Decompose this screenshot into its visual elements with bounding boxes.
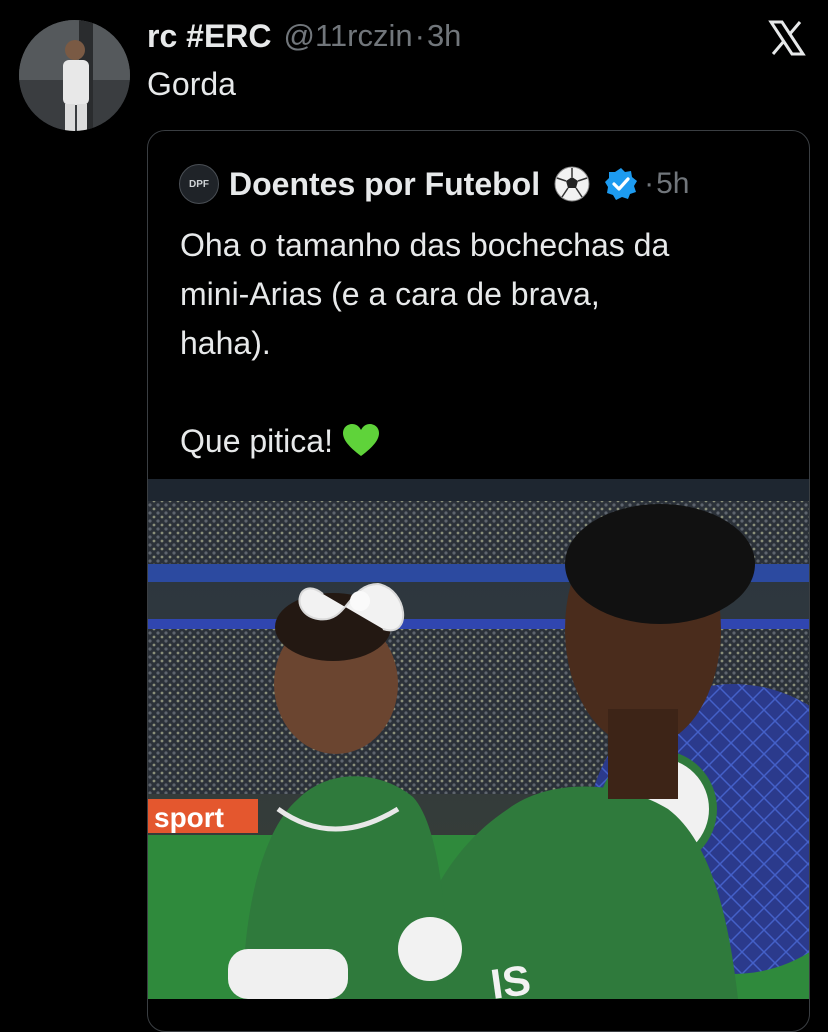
quoted-tweet-text: Oha o tamanho das bochechas da mini-Aria… [180,221,780,472]
quoted-text-line: haha). [180,325,271,361]
quoted-avatar-text: DPF [189,178,209,190]
tweet-header: rc #ERC @11rczin · 3h [147,16,461,56]
quoted-text-line: Que pitica! [180,423,333,459]
author-handle[interactable]: @11rczin [284,18,413,54]
soccer-ball-icon [552,164,592,204]
tweet-text: Gorda [147,66,236,102]
green-heart-icon [341,422,381,472]
tweet-timestamp[interactable]: 3h [427,18,461,54]
media-photo: sport IS [148,479,809,999]
quoted-tweet-media[interactable]: sport IS [148,479,809,999]
quoted-author-name[interactable]: Doentes por Futebol [229,166,540,203]
svg-text:IS: IS [488,956,534,999]
separator-dot: · [644,167,655,200]
verified-badge-icon[interactable] [604,167,638,201]
avatar-image [19,20,130,131]
quoted-text-line-last: Que pitica! [180,417,780,472]
author-avatar[interactable] [19,20,130,131]
author-name[interactable]: rc #ERC [147,18,272,55]
quoted-author-avatar[interactable]: DPF [179,164,219,204]
stadium-board-text: sport [154,802,224,833]
quoted-tweet-timestamp[interactable]: 5h [656,167,689,201]
quoted-text-line: mini-Arias (e a cara de brava, [180,276,600,312]
separator-dot: · [414,18,425,53]
quoted-tweet-card[interactable]: DPF Doentes por Futebol · 5h Oha o taman… [147,130,810,1032]
quoted-text-line: Oha o tamanho das bochechas da [180,227,670,263]
x-logo-icon[interactable] [767,18,807,58]
quoted-tweet-header: DPF Doentes por Futebol · 5h [179,162,689,206]
